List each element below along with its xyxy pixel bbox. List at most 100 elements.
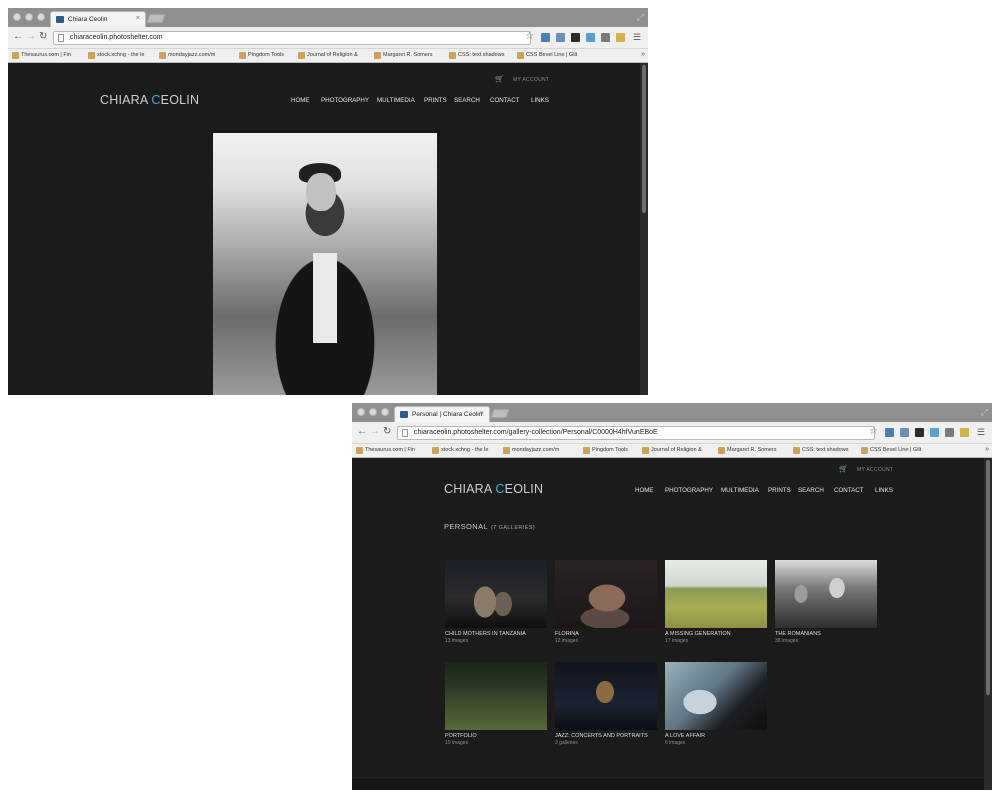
menu-icon[interactable]: ☰ — [633, 32, 641, 43]
nav-search[interactable]: SEARCH — [798, 487, 824, 494]
address-bar[interactable]: chiaraceolin.photoshelter.com — [53, 31, 531, 45]
nav-multimedia[interactable]: MULTIMEDIA — [721, 487, 759, 494]
extension-icon[interactable] — [571, 33, 580, 42]
gallery-thumbnail[interactable] — [445, 560, 547, 628]
gallery-thumbnail[interactable] — [555, 662, 657, 730]
bookmark-item[interactable]: Journal of Religion & — [642, 447, 702, 454]
gallery-thumbnail[interactable] — [445, 662, 547, 730]
gallery-thumbnail[interactable] — [555, 560, 657, 628]
bookmark-item[interactable]: Pingdom Tools — [239, 52, 284, 59]
nav-prints[interactable]: PRINTS — [768, 487, 791, 494]
extension-icon[interactable] — [556, 33, 565, 42]
bookmark-item[interactable]: Thesaurus.com | Fin — [356, 447, 415, 454]
browser-tab[interactable]: Chiara Ceolin × — [50, 11, 146, 27]
gallery-title[interactable]: THE ROMANIANS — [775, 631, 877, 637]
nav-links[interactable]: LINKS — [531, 97, 549, 104]
zoom-window-button[interactable] — [381, 408, 389, 416]
site-logo[interactable]: CHIARA CEOLIN — [444, 482, 543, 496]
new-tab-button[interactable] — [146, 14, 166, 23]
menu-icon[interactable]: ☰ — [977, 427, 985, 438]
gallery-title[interactable]: PORTFOLIO — [445, 733, 547, 739]
reload-icon[interactable]: ↻ — [39, 31, 47, 43]
nav-contact[interactable]: CONTACT — [834, 487, 863, 494]
forward-icon[interactable]: → — [370, 426, 380, 438]
forward-icon[interactable]: → — [26, 31, 36, 43]
reload-icon[interactable]: ↻ — [383, 426, 391, 438]
gallery-title[interactable]: FLORINA — [555, 631, 657, 637]
gallery-tile[interactable]: A MISSING GENERATION 17 images — [665, 560, 767, 644]
fullscreen-icon[interactable]: ⤢ — [981, 407, 988, 418]
minimize-window-button[interactable] — [25, 13, 33, 21]
tab-close-icon[interactable]: × — [480, 410, 484, 417]
nav-search[interactable]: SEARCH — [454, 97, 480, 104]
extension-icon[interactable] — [900, 428, 909, 437]
extension-icon[interactable] — [586, 33, 595, 42]
bookmark-item[interactable]: Thesaurus.com | Fin — [12, 52, 71, 59]
bookmark-item[interactable]: CSS Bevel Line | Gilt — [517, 52, 577, 59]
cart-icon[interactable]: 🛒 — [839, 465, 848, 473]
bookmark-item[interactable]: Margaret R. Somers — [718, 447, 777, 454]
bookmark-item[interactable]: CSS Bevel Line | Gilt — [861, 447, 921, 454]
scrollbar-thumb[interactable] — [986, 460, 990, 695]
bookmark-item[interactable]: stock.xchng - the le — [88, 52, 144, 59]
gallery-tile[interactable]: THE ROMANIANS 38 images — [775, 560, 877, 644]
gallery-thumbnail[interactable] — [775, 560, 877, 628]
bookmark-item[interactable]: mondayjazz.com/m — [503, 447, 559, 454]
gallery-title[interactable]: CHILD MOTHERS IN TANZANIA — [445, 631, 547, 637]
gallery-tile[interactable]: CHILD MOTHERS IN TANZANIA 13 images — [445, 560, 547, 644]
extension-icon[interactable] — [541, 33, 550, 42]
extension-icon[interactable] — [915, 428, 924, 437]
back-icon[interactable]: ← — [13, 31, 23, 43]
nav-prints[interactable]: PRINTS — [424, 97, 447, 104]
gallery-thumbnail[interactable] — [665, 560, 767, 628]
gallery-tile[interactable]: A LOVE AFFAIR 6 images — [665, 662, 767, 746]
browser-tab[interactable]: Personal | Chiara Ceolin × — [394, 406, 490, 422]
gallery-tile[interactable]: JAZZ: CONCERTS AND PORTRAITS 3 galleries — [555, 662, 657, 746]
nav-home[interactable]: HOME — [635, 487, 654, 494]
gallery-title[interactable]: A LOVE AFFAIR — [665, 733, 767, 739]
gallery-thumbnail[interactable] — [665, 662, 767, 730]
hero-photo[interactable] — [213, 133, 437, 395]
nav-contact[interactable]: CONTACT — [490, 97, 519, 104]
scrollbar-thumb[interactable] — [642, 65, 646, 213]
site-logo[interactable]: CHIARA CEOLIN — [100, 93, 199, 107]
cart-icon[interactable]: 🛒 — [495, 75, 504, 83]
new-tab-button[interactable] — [490, 409, 510, 418]
page-scrollbar[interactable] — [640, 63, 648, 395]
extension-icon[interactable] — [930, 428, 939, 437]
more-bookmarks-icon[interactable]: » — [985, 446, 989, 453]
fullscreen-icon[interactable]: ⤢ — [637, 12, 644, 23]
bookmark-star-icon[interactable]: ☆ — [869, 426, 878, 438]
zoom-window-button[interactable] — [37, 13, 45, 21]
nav-links[interactable]: LINKS — [875, 487, 893, 494]
close-window-button[interactable] — [357, 408, 365, 416]
nav-multimedia[interactable]: MULTIMEDIA — [377, 97, 415, 104]
page-scrollbar[interactable] — [984, 458, 992, 790]
close-window-button[interactable] — [13, 13, 21, 21]
back-icon[interactable]: ← — [357, 426, 367, 438]
my-account-link[interactable]: MY ACCOUNT — [857, 467, 893, 473]
bookmark-item[interactable]: CSS: text shadows — [793, 447, 848, 454]
bookmark-item[interactable]: CSS: text shadows — [449, 52, 504, 59]
extension-icon[interactable] — [960, 428, 969, 437]
nav-home[interactable]: HOME — [291, 97, 310, 104]
tab-close-icon[interactable]: × — [136, 15, 140, 22]
my-account-link[interactable]: MY ACCOUNT — [513, 77, 549, 83]
gallery-title[interactable]: A MISSING GENERATION — [665, 631, 767, 637]
nav-photography[interactable]: PHOTOGRAPHY — [321, 97, 369, 104]
extension-icon[interactable] — [885, 428, 894, 437]
gallery-tile[interactable]: FLORINA 12 images — [555, 560, 657, 644]
nav-photography[interactable]: PHOTOGRAPHY — [665, 487, 713, 494]
address-bar[interactable]: chiaraceolin.photoshelter.com/gallery-co… — [397, 426, 875, 440]
bookmark-item[interactable]: Journal of Religion & — [298, 52, 358, 59]
gallery-title[interactable]: JAZZ: CONCERTS AND PORTRAITS — [555, 733, 657, 739]
minimize-window-button[interactable] — [369, 408, 377, 416]
bookmark-item[interactable]: stock.xchng - the le — [432, 447, 488, 454]
bookmark-item[interactable]: Margaret R. Somers — [374, 52, 433, 59]
bookmark-item[interactable]: Pingdom Tools — [583, 447, 628, 454]
more-bookmarks-icon[interactable]: » — [641, 51, 645, 58]
extension-icon[interactable] — [616, 33, 625, 42]
bookmark-star-icon[interactable]: ☆ — [525, 31, 534, 43]
bookmark-item[interactable]: mondayjazz.com/m — [159, 52, 215, 59]
extension-icon[interactable] — [945, 428, 954, 437]
